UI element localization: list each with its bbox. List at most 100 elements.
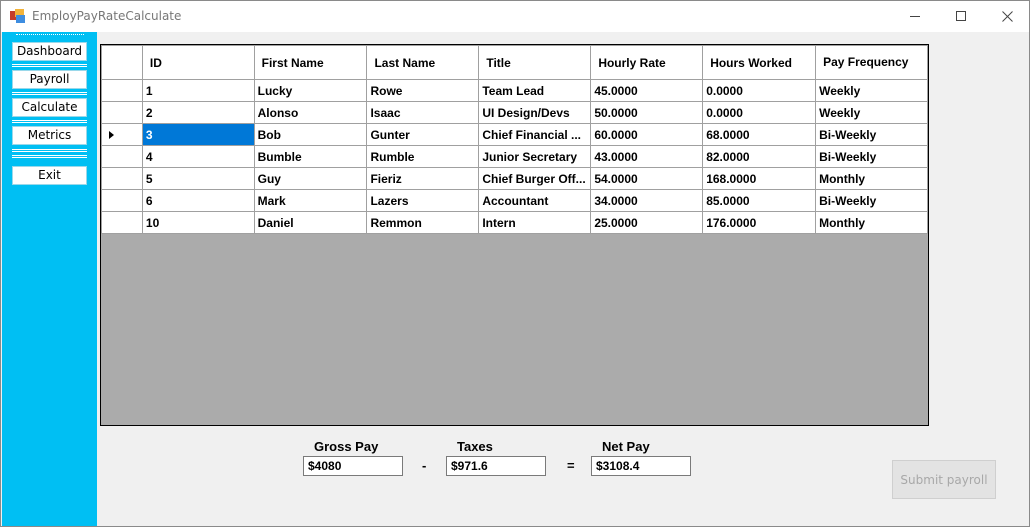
- cell-id[interactable]: 4: [141, 145, 255, 168]
- cell-title[interactable]: Intern: [478, 211, 592, 234]
- cell-hours-worked[interactable]: 176.0000: [702, 211, 817, 234]
- submit-payroll-button[interactable]: Submit payroll: [892, 460, 996, 499]
- cell-last-name[interactable]: Isaac: [366, 101, 480, 124]
- cell-hours-worked[interactable]: 168.0000: [702, 167, 817, 190]
- cell-pay-frequency[interactable]: Bi-Weekly: [815, 145, 928, 168]
- cell-first-name[interactable]: Mark: [253, 189, 368, 212]
- sidebar-item-calculate[interactable]: Calculate: [12, 98, 87, 117]
- cell-hours-worked[interactable]: 68.0000: [702, 123, 817, 146]
- cell-hours-worked[interactable]: 0.0000: [702, 79, 817, 102]
- cell-pay-frequency[interactable]: Bi-Weekly: [815, 123, 928, 146]
- cell-id[interactable]: 2: [141, 101, 255, 124]
- column-header-last-name[interactable]: Last Name: [366, 45, 480, 80]
- cell-hourly-rate[interactable]: 54.0000: [590, 167, 704, 190]
- cell-title[interactable]: Junior Secretary: [478, 145, 592, 168]
- cell-last-name[interactable]: Remmon: [366, 211, 480, 234]
- cell-hourly-rate[interactable]: 43.0000: [590, 145, 704, 168]
- taxes-label: Taxes: [457, 439, 493, 454]
- app-icon: [10, 9, 25, 23]
- column-header-title[interactable]: Title: [478, 45, 592, 80]
- cell-title[interactable]: Team Lead: [478, 79, 592, 102]
- title-bar[interactable]: EmployPayRateCalculate: [1, 1, 1029, 32]
- cell-id[interactable]: 6: [141, 189, 255, 212]
- cell-hours-worked[interactable]: 85.0000: [702, 189, 817, 212]
- cell-first-name[interactable]: Alonso: [253, 101, 368, 124]
- sidebar-grip: [16, 34, 84, 37]
- column-header-hourly-rate[interactable]: Hourly Rate: [590, 45, 704, 80]
- row-header[interactable]: [101, 167, 143, 190]
- table-row[interactable]: 6 Mark Lazers Accountant 34.0000 85.0000 Bi-We…: [101, 189, 928, 212]
- table-row[interactable]: 3 Bob Gunter Chief Financial ... 60.0000 68.0…: [101, 123, 928, 146]
- cell-hourly-rate[interactable]: 50.0000: [590, 101, 704, 124]
- employee-table: ID First Name Last Name Title Hourly Rat…: [101, 45, 928, 234]
- cell-title[interactable]: Accountant: [478, 189, 592, 212]
- column-header-pay-frequency[interactable]: Pay Frequency: [815, 45, 928, 80]
- window-title: EmployPayRateCalculate: [32, 9, 182, 23]
- cell-last-name[interactable]: Rowe: [366, 79, 480, 102]
- column-header-hours-worked[interactable]: Hours Worked: [702, 45, 817, 80]
- cell-last-name[interactable]: Fieriz: [366, 167, 480, 190]
- table-row[interactable]: 5 Guy Fieriz Chief Burger Off... 54.0000 168.…: [101, 167, 928, 190]
- cell-pay-frequency[interactable]: Weekly: [815, 101, 928, 124]
- net-pay-field[interactable]: $3108.4: [591, 456, 691, 476]
- cell-first-name[interactable]: Bob: [253, 123, 368, 146]
- cell-hours-worked[interactable]: 0.0000: [702, 101, 817, 124]
- sidebar-item-exit[interactable]: Exit: [12, 166, 87, 185]
- sidebar-item-dashboard[interactable]: Dashboard: [12, 42, 87, 61]
- cell-pay-frequency[interactable]: Weekly: [815, 79, 928, 102]
- row-header[interactable]: [101, 123, 143, 146]
- cell-title[interactable]: UI Design/Devs: [478, 101, 592, 124]
- sidebar-item-payroll[interactable]: Payroll: [12, 70, 87, 89]
- cell-id[interactable]: 5: [141, 167, 255, 190]
- cell-last-name[interactable]: Lazers: [366, 189, 480, 212]
- taxes-field[interactable]: $971.6: [446, 456, 546, 476]
- cell-first-name[interactable]: Guy: [253, 167, 368, 190]
- table-row[interactable]: 2 Alonso Isaac UI Design/Devs 50.0000 0.0000 W…: [101, 101, 928, 124]
- cell-id[interactable]: 10: [141, 211, 255, 234]
- cell-pay-frequency[interactable]: Monthly: [815, 167, 928, 190]
- app-window: EmployPayRateCalculate Dashboard Payroll…: [0, 0, 1030, 527]
- column-header-id[interactable]: ID: [141, 45, 255, 80]
- sidebar-divider: [12, 149, 87, 152]
- maximize-button[interactable]: [938, 1, 984, 32]
- minimize-button[interactable]: [892, 1, 938, 32]
- cell-first-name[interactable]: Daniel: [253, 211, 368, 234]
- cell-id[interactable]: 3: [141, 123, 255, 146]
- cell-title[interactable]: Chief Financial ...: [478, 123, 592, 146]
- row-header[interactable]: [101, 189, 143, 212]
- minimize-icon: [909, 16, 920, 17]
- close-icon: [1001, 11, 1013, 22]
- sidebar-divider: [12, 155, 87, 158]
- sidebar-divider: [12, 120, 87, 123]
- cell-hours-worked[interactable]: 82.0000: [702, 145, 817, 168]
- gross-pay-field[interactable]: $4080: [303, 456, 403, 476]
- column-header-first-name[interactable]: First Name: [253, 45, 368, 80]
- cell-pay-frequency[interactable]: Bi-Weekly: [815, 189, 928, 212]
- row-header[interactable]: [101, 211, 143, 234]
- employee-data-grid[interactable]: ID First Name Last Name Title Hourly Rat…: [100, 44, 929, 426]
- row-header-corner: [101, 45, 143, 80]
- row-header[interactable]: [101, 101, 143, 124]
- cell-pay-frequency[interactable]: Monthly: [815, 211, 928, 234]
- table-row[interactable]: 10 Daniel Remmon Intern 25.0000 176.0000 Month…: [101, 211, 928, 234]
- current-row-arrow-icon: [109, 131, 114, 140]
- cell-hourly-rate[interactable]: 45.0000: [590, 79, 704, 102]
- close-button[interactable]: [984, 1, 1030, 32]
- table-row[interactable]: 1 Lucky Rowe Team Lead 45.0000 0.0000 Weekly: [101, 79, 928, 102]
- sidebar-item-metrics[interactable]: Metrics: [12, 126, 87, 145]
- cell-last-name[interactable]: Rumble: [366, 145, 480, 168]
- cell-hourly-rate[interactable]: 25.0000: [590, 211, 704, 234]
- cell-id[interactable]: 1: [141, 79, 255, 102]
- row-header[interactable]: [101, 79, 143, 102]
- cell-title[interactable]: Chief Burger Off...: [478, 167, 592, 190]
- equals-sign: =: [567, 458, 575, 473]
- cell-first-name[interactable]: Lucky: [253, 79, 368, 102]
- cell-first-name[interactable]: Bumble: [253, 145, 368, 168]
- row-header[interactable]: [101, 145, 143, 168]
- cell-last-name[interactable]: Gunter: [366, 123, 480, 146]
- header-row: ID First Name Last Name Title Hourly Rat…: [101, 45, 928, 80]
- table-row[interactable]: 4 Bumble Rumble Junior Secretary 43.0000 82.0…: [101, 145, 928, 168]
- net-pay-label: Net Pay: [602, 439, 650, 454]
- cell-hourly-rate[interactable]: 34.0000: [590, 189, 704, 212]
- cell-hourly-rate[interactable]: 60.0000: [590, 123, 704, 146]
